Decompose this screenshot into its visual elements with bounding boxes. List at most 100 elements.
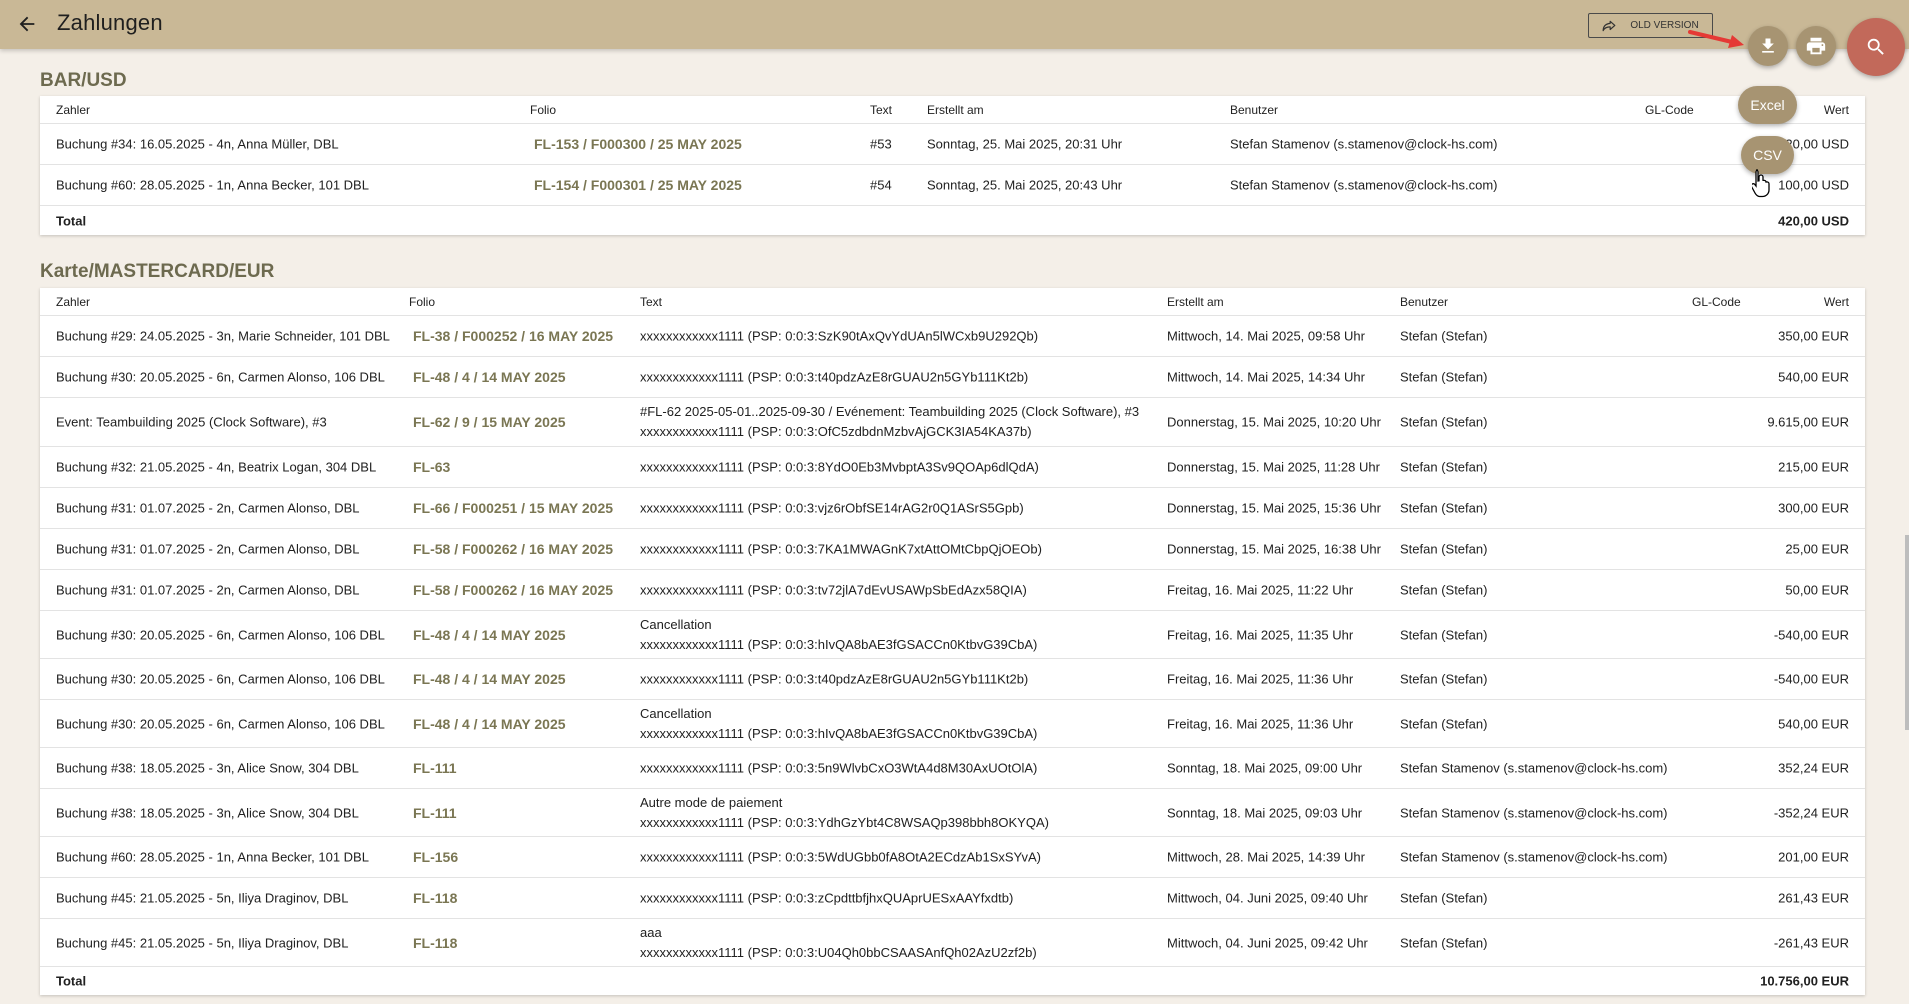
created-at: Sonntag, 25. Mai 2025, 20:31 Uhr [927,136,1123,152]
payer: Buchung #60: 28.05.2025 - 1n, Anna Becke… [56,849,369,865]
table-row[interactable]: Buchung #32: 21.05.2025 - 4n, Beatrix Lo… [40,447,1865,488]
payment-text: xxxxxxxxxxxx1111 (PSP: 0:0:3:5n9WlvbCxO3… [640,760,1038,776]
folio-link[interactable]: FL-154 / F000301 / 25 MAY 2025 [534,177,742,193]
payment-text: xxxxxxxxxxxx1111 (PSP: 0:0:3:8YdO0Eb3Mvb… [640,459,1039,475]
total-value: 420,00 USD [1778,213,1849,228]
folio-link[interactable]: FL-48 / 4 / 14 MAY 2025 [413,716,566,732]
table-row[interactable]: Buchung #31: 01.07.2025 - 2n, Carmen Alo… [40,570,1865,611]
created-at: Sonntag, 25. Mai 2025, 20:43 Uhr [927,177,1123,193]
value: 9.615,00 EUR [1767,414,1849,430]
table-row[interactable]: Event: Teambuilding 2025 (Clock Software… [40,398,1865,447]
payer: Buchung #30: 20.05.2025 - 6n, Carmen Alo… [56,627,385,642]
table-row[interactable]: Buchung #60: 28.05.2025 - 1n, Anna Becke… [40,837,1865,878]
payer: Buchung #29: 24.05.2025 - 3n, Marie Schn… [56,328,390,344]
table-row[interactable]: Buchung #31: 01.07.2025 - 2n, Carmen Alo… [40,529,1865,570]
user: Stefan Stamenov (s.stamenov@clock-hs.com… [1400,805,1668,820]
folio-link[interactable]: FL-111 [413,760,457,776]
payment-text: Autre mode de paiement xxxxxxxxxxxx1111 (… [640,793,1049,833]
col-header-folio[interactable]: Folio [409,295,435,309]
payer: Buchung #32: 21.05.2025 - 4n, Beatrix Lo… [56,459,377,475]
payer: Buchung #31: 01.07.2025 - 2n, Carmen Alo… [56,541,360,557]
col-header-text[interactable]: Text [870,103,892,117]
print-button[interactable] [1796,26,1836,66]
payment-text: #FL-62 2025-05-01..2025-09-30 / Evénemen… [640,402,1139,442]
value: 300,00 EUR [1778,500,1849,516]
user: Stefan (Stefan) [1400,328,1488,344]
folio-link[interactable]: FL-48 / 4 / 14 MAY 2025 [413,671,566,687]
value: -540,00 EUR [1773,671,1849,687]
value: 201,00 EUR [1778,849,1849,865]
payer: Buchung #45: 21.05.2025 - 5n, Iliya Drag… [56,935,349,950]
folio-link[interactable]: FL-38 / F000252 / 16 MAY 2025 [413,328,613,344]
value: 540,00 EUR [1778,369,1849,385]
col-header-payer[interactable]: Zahler [56,295,90,309]
payer: Buchung #31: 01.07.2025 - 2n, Carmen Alo… [56,582,360,598]
table-row[interactable]: Buchung #45: 21.05.2025 - 5n, Iliya Drag… [40,919,1865,967]
payment-text: Cancellation xxxxxxxxxxxx1111 (PSP: 0:0:3… [640,615,1037,655]
col-header-gl-code[interactable]: GL-Code [1692,295,1741,309]
col-header-folio[interactable]: Folio [530,103,556,117]
payment-text: xxxxxxxxxxxx1111 (PSP: 0:0:3:tv72jlA7dEv… [640,582,1027,598]
table-row[interactable]: Buchung #30: 20.05.2025 - 6n, Carmen Alo… [40,611,1865,659]
col-header-created[interactable]: Erstellt am [927,103,984,117]
annotation-arrow-icon [1688,30,1744,48]
table-header: Zahler Folio Text Erstellt am Benutzer G… [40,96,1865,124]
table-row[interactable]: Buchung #31: 01.07.2025 - 2n, Carmen Alo… [40,488,1865,529]
folio-link[interactable]: FL-153 / F000300 / 25 MAY 2025 [534,136,742,152]
table-row[interactable]: Buchung #38: 18.05.2025 - 3n, Alice Snow… [40,748,1865,789]
folio-link[interactable]: FL-62 / 9 / 15 MAY 2025 [413,414,566,430]
table-row[interactable]: Buchung #29: 24.05.2025 - 3n, Marie Schn… [40,316,1865,357]
col-header-payer[interactable]: Zahler [56,103,90,117]
folio-link[interactable]: FL-48 / 4 / 14 MAY 2025 [413,369,566,385]
download-button[interactable] [1748,26,1788,66]
created-at: Donnerstag, 15. Mai 2025, 16:38 Uhr [1167,541,1381,557]
user: Stefan Stamenov (s.stamenov@clock-hs.com… [1400,849,1668,865]
search-button[interactable] [1847,18,1905,76]
back-button[interactable] [12,10,42,38]
col-header-value[interactable]: Wert [1824,103,1849,117]
payment-text: #53 [870,136,892,152]
folio-link[interactable]: FL-58 / F000262 / 16 MAY 2025 [413,541,613,557]
folio-link[interactable]: FL-58 / F000262 / 16 MAY 2025 [413,582,613,598]
col-header-gl-code[interactable]: GL-Code [1645,103,1694,117]
col-header-text[interactable]: Text [640,295,662,309]
folio-link[interactable]: FL-118 [413,890,457,906]
payment-text-line1: aaa [640,924,662,940]
printer-icon [1806,37,1826,55]
table-row[interactable]: Buchung #30: 20.05.2025 - 6n, Carmen Alo… [40,357,1865,398]
table-row[interactable]: Buchung #45: 21.05.2025 - 5n, Iliya Drag… [40,878,1865,919]
col-header-created[interactable]: Erstellt am [1167,295,1224,309]
payer: Buchung #30: 20.05.2025 - 6n, Carmen Alo… [56,716,385,731]
folio-link[interactable]: FL-156 [413,849,458,865]
value: 100,00 USD [1778,177,1849,193]
folio-link[interactable]: FL-111 [413,805,457,821]
payment-text: xxxxxxxxxxxx1111 (PSP: 0:0:3:zCpdttbfjhx… [640,890,1014,906]
table-row[interactable]: Buchung #30: 20.05.2025 - 6n, Carmen Alo… [40,700,1865,748]
table-row[interactable]: Buchung #60: 28.05.2025 - 1n, Anna Becke… [40,165,1865,206]
table-row[interactable]: Buchung #38: 18.05.2025 - 3n, Alice Snow… [40,789,1865,837]
created-at: Donnerstag, 15. Mai 2025, 11:28 Uhr [1167,459,1380,475]
value: 261,43 EUR [1778,890,1849,906]
payment-text-line2: xxxxxxxxxxxx1111 (PSP: 0:0:3:hIvQA8bAE3f… [640,725,1038,741]
table-row[interactable]: Buchung #34: 16.05.2025 - 4n, Anna Mülle… [40,124,1865,165]
col-header-user[interactable]: Benutzer [1400,295,1448,309]
value: 50,00 EUR [1785,582,1849,598]
payment-text: xxxxxxxxxxxx1111 (PSP: 0:0:3:vjz6rObfSE1… [640,500,1024,516]
payment-text: xxxxxxxxxxxx1111 (PSP: 0:0:3:SzK90tAxQvY… [640,328,1039,344]
payer: Buchung #60: 28.05.2025 - 1n, Anna Becke… [56,177,369,193]
col-header-value[interactable]: Wert [1824,295,1849,309]
created-at: Sonntag, 18. Mai 2025, 09:03 Uhr [1167,805,1363,820]
table-row[interactable]: Buchung #30: 20.05.2025 - 6n, Carmen Alo… [40,659,1865,700]
folio-link[interactable]: FL-48 / 4 / 14 MAY 2025 [413,627,566,643]
total-label: Total [56,213,87,228]
page-scrollbar[interactable] [1905,535,1909,730]
total-label: Total [56,973,87,989]
col-header-user[interactable]: Benutzer [1230,103,1278,117]
value: 352,24 EUR [1778,760,1849,776]
folio-link[interactable]: FL-66 / F000251 / 15 MAY 2025 [413,500,613,516]
user: Stefan Stamenov (s.stamenov@clock-hs.com… [1400,760,1668,776]
export-excel-button[interactable]: Excel [1738,86,1797,124]
folio-link[interactable]: FL-118 [413,935,457,951]
section-title-bar-usd: BAR/USD [40,70,127,91]
folio-link[interactable]: FL-63 [413,459,450,475]
